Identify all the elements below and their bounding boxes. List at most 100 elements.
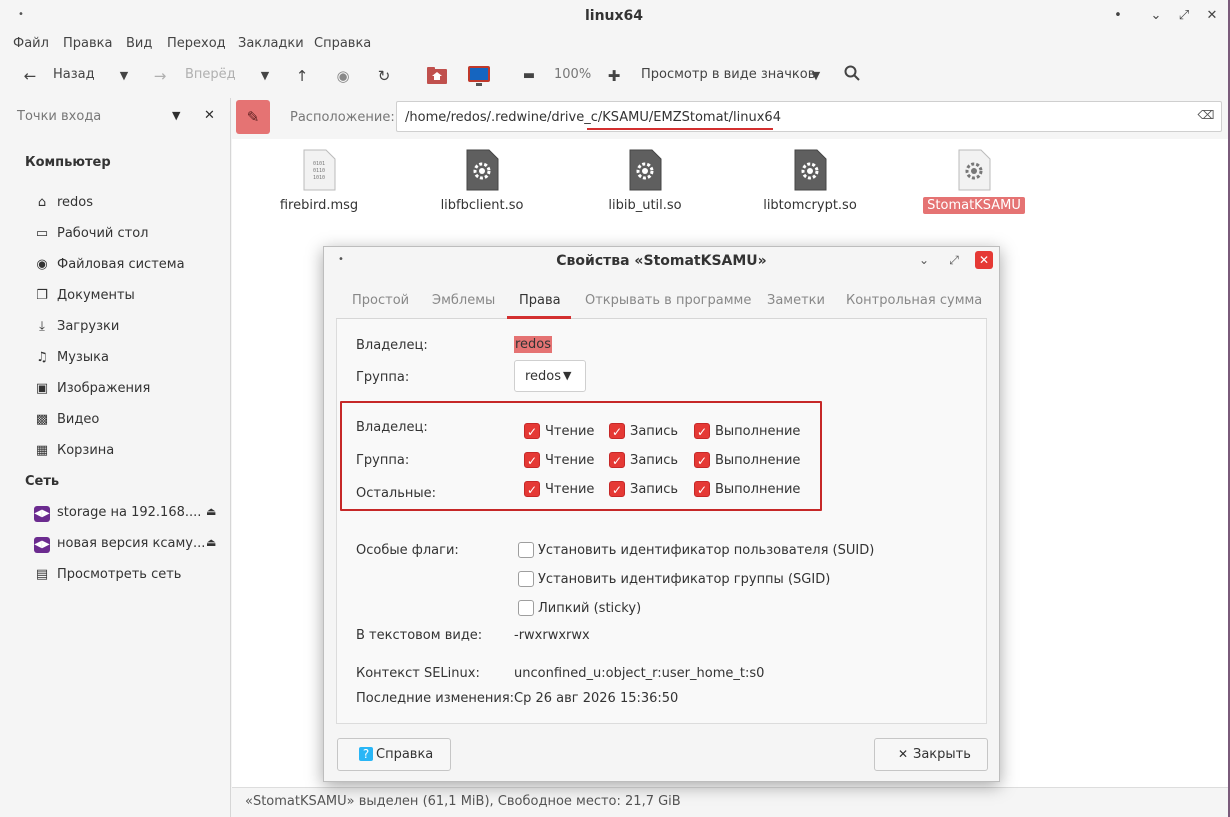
- tab-permissions[interactable]: Права: [519, 293, 561, 308]
- menu-help[interactable]: Справка: [314, 36, 371, 51]
- sidebar-item-label: новая версия ксаму...: [57, 536, 206, 551]
- menu-file[interactable]: Файл: [13, 36, 49, 51]
- search-icon[interactable]: [841, 65, 863, 87]
- clear-location-icon[interactable]: ⌫: [1197, 108, 1215, 124]
- binary-file-icon: 0101 0110 1010: [302, 149, 336, 191]
- file-item[interactable]: libfbclient.so: [407, 149, 557, 214]
- menu-edit[interactable]: Правка: [63, 36, 112, 51]
- zoom-out-icon[interactable]: ▬: [518, 65, 540, 87]
- others-exec-label: Выполнение: [715, 482, 801, 497]
- selinux-value: unconfined_u:object_r:user_home_t:s0: [514, 666, 765, 681]
- sidebar-item-pictures[interactable]: ▣ Изображения: [34, 379, 224, 401]
- eject-icon[interactable]: ⏏: [206, 536, 216, 549]
- dialog-maximize-button[interactable]: ⤢: [945, 251, 963, 269]
- group-write-checkbox[interactable]: ✓: [609, 452, 625, 468]
- group-select-value: redos: [525, 369, 562, 384]
- dialog-minimize-button[interactable]: ⌄: [915, 251, 933, 269]
- group-read-checkbox[interactable]: ✓: [524, 452, 540, 468]
- back-button[interactable]: Назад: [53, 67, 95, 82]
- titlebar: • linux64 • ⌄ ⤢ ✕: [0, 0, 1228, 32]
- maximize-button[interactable]: ⤢: [1174, 6, 1194, 26]
- owner-exec-checkbox[interactable]: ✓: [694, 423, 710, 439]
- file-item[interactable]: libtomcrypt.so: [735, 149, 885, 214]
- sidebar-item-video[interactable]: ▩ Видео: [34, 410, 224, 432]
- library-file-icon: [628, 149, 662, 191]
- location-input[interactable]: /home/redos/.redwine/drive_c/KSAMU/EMZSt…: [396, 101, 1222, 132]
- sidebar-item-filesystem[interactable]: ◉ Файловая система: [34, 255, 224, 277]
- sidebar-item-music[interactable]: ♫ Музыка: [34, 348, 224, 370]
- file-item[interactable]: libib_util.so: [570, 149, 720, 214]
- sidebar-header[interactable]: Точки входа: [17, 109, 101, 124]
- sidebar-item-desktop[interactable]: ▭ Рабочий стол: [34, 224, 224, 246]
- menubar: Файл Правка Вид Переход Закладки Справка: [0, 33, 1228, 55]
- tab-notes[interactable]: Заметки: [767, 293, 825, 308]
- menu-go[interactable]: Переход: [167, 36, 226, 51]
- forward-arrow-icon[interactable]: →: [149, 65, 171, 87]
- perm-owner-label: Владелец:: [356, 420, 428, 435]
- close-dialog-button[interactable]: ✕ Закрыть: [874, 738, 988, 771]
- sidebar-section-network: Сеть: [25, 474, 60, 489]
- help-button[interactable]: ? Справка: [337, 738, 451, 771]
- filesystem-icon: ◉: [36, 257, 48, 272]
- zoom-in-icon[interactable]: ✚: [603, 65, 625, 87]
- sticky-checkbox[interactable]: [518, 600, 534, 616]
- back-history-dropdown-icon[interactable]: ▼: [113, 65, 135, 87]
- sidebar: Точки входа ▼ ✕ Компьютер ⌂ redos ▭ Рабо…: [0, 98, 231, 817]
- sidebar-item-new-version[interactable]: ◀▶ новая версия ксаму... ⏏: [34, 534, 224, 556]
- reload-icon[interactable]: ↻: [373, 65, 395, 87]
- tab-basic[interactable]: Простой: [352, 293, 409, 308]
- menu-view[interactable]: Вид: [126, 36, 152, 51]
- desktop-icon: ▭: [35, 226, 49, 241]
- file-name: libib_util.so: [608, 198, 682, 213]
- sidebar-mode-dropdown-icon[interactable]: ▼: [172, 109, 180, 122]
- tab-emblems[interactable]: Эмблемы: [432, 293, 495, 308]
- home-folder-icon[interactable]: [426, 65, 448, 87]
- owner-read-checkbox[interactable]: ✓: [524, 423, 540, 439]
- sidebar-item-label: Изображения: [57, 381, 151, 396]
- sidebar-item-redos[interactable]: ⌂ redos: [34, 193, 224, 215]
- back-arrow-icon[interactable]: ←: [19, 65, 41, 87]
- sidebar-item-label: Просмотреть сеть: [57, 567, 182, 582]
- edit-location-button[interactable]: ✎: [236, 100, 270, 134]
- file-item-selected[interactable]: StomatKSAMU: [899, 149, 1049, 214]
- owner-write-checkbox[interactable]: ✓: [609, 423, 625, 439]
- sgid-checkbox[interactable]: [518, 571, 534, 587]
- stop-icon[interactable]: ◉: [332, 65, 354, 87]
- up-arrow-icon[interactable]: ↑: [291, 65, 313, 87]
- library-file-icon: [793, 149, 827, 191]
- executable-file-icon: [957, 149, 991, 191]
- eject-icon[interactable]: ⏏: [206, 505, 216, 518]
- group-select[interactable]: redos ▼: [514, 360, 586, 392]
- computer-icon[interactable]: [467, 65, 490, 87]
- sidebar-close-icon[interactable]: ✕: [204, 108, 215, 123]
- forward-history-dropdown-icon[interactable]: ▼: [254, 65, 276, 87]
- sidebar-item-browse-network[interactable]: ▤ Просмотреть сеть: [34, 565, 224, 587]
- sgid-label: Установить идентификатор группы (SGID): [538, 572, 831, 587]
- group-exec-checkbox[interactable]: ✓: [694, 452, 710, 468]
- others-exec-checkbox[interactable]: ✓: [694, 481, 710, 497]
- music-icon: ♫: [36, 350, 48, 365]
- tab-open-with[interactable]: Открывать в программе: [585, 293, 751, 308]
- tab-checksum[interactable]: Контрольная сумма: [846, 293, 982, 308]
- others-read-checkbox[interactable]: ✓: [524, 481, 540, 497]
- sidebar-item-documents[interactable]: ❐ Документы: [34, 286, 224, 308]
- dialog-close-button[interactable]: ✕: [975, 251, 993, 269]
- location-label: Расположение:: [290, 110, 395, 125]
- close-window-button[interactable]: ✕: [1202, 6, 1222, 26]
- forward-button[interactable]: Вперёд: [185, 67, 236, 82]
- sidebar-item-label: Видео: [57, 412, 100, 427]
- minimize-button[interactable]: ⌄: [1146, 6, 1166, 26]
- window-menu-button[interactable]: •: [1108, 6, 1128, 26]
- menu-bookmarks[interactable]: Закладки: [238, 36, 304, 51]
- others-write-checkbox[interactable]: ✓: [609, 481, 625, 497]
- file-item[interactable]: 0101 0110 1010 firebird.msg: [244, 149, 394, 214]
- sidebar-item-storage[interactable]: ◀▶ storage на 192.168.... ⏏: [34, 503, 224, 525]
- sidebar-item-downloads[interactable]: ⤓ Загрузки: [34, 317, 224, 339]
- view-mode-dropdown-icon[interactable]: ▼: [805, 65, 827, 87]
- file-name: StomatKSAMU: [923, 197, 1025, 214]
- group-label: Группа:: [356, 370, 410, 385]
- sidebar-item-trash[interactable]: ▦ Корзина: [34, 441, 224, 463]
- others-read-label: Чтение: [545, 482, 595, 497]
- suid-checkbox[interactable]: [518, 542, 534, 558]
- view-mode-select[interactable]: Просмотр в виде значков: [641, 67, 815, 82]
